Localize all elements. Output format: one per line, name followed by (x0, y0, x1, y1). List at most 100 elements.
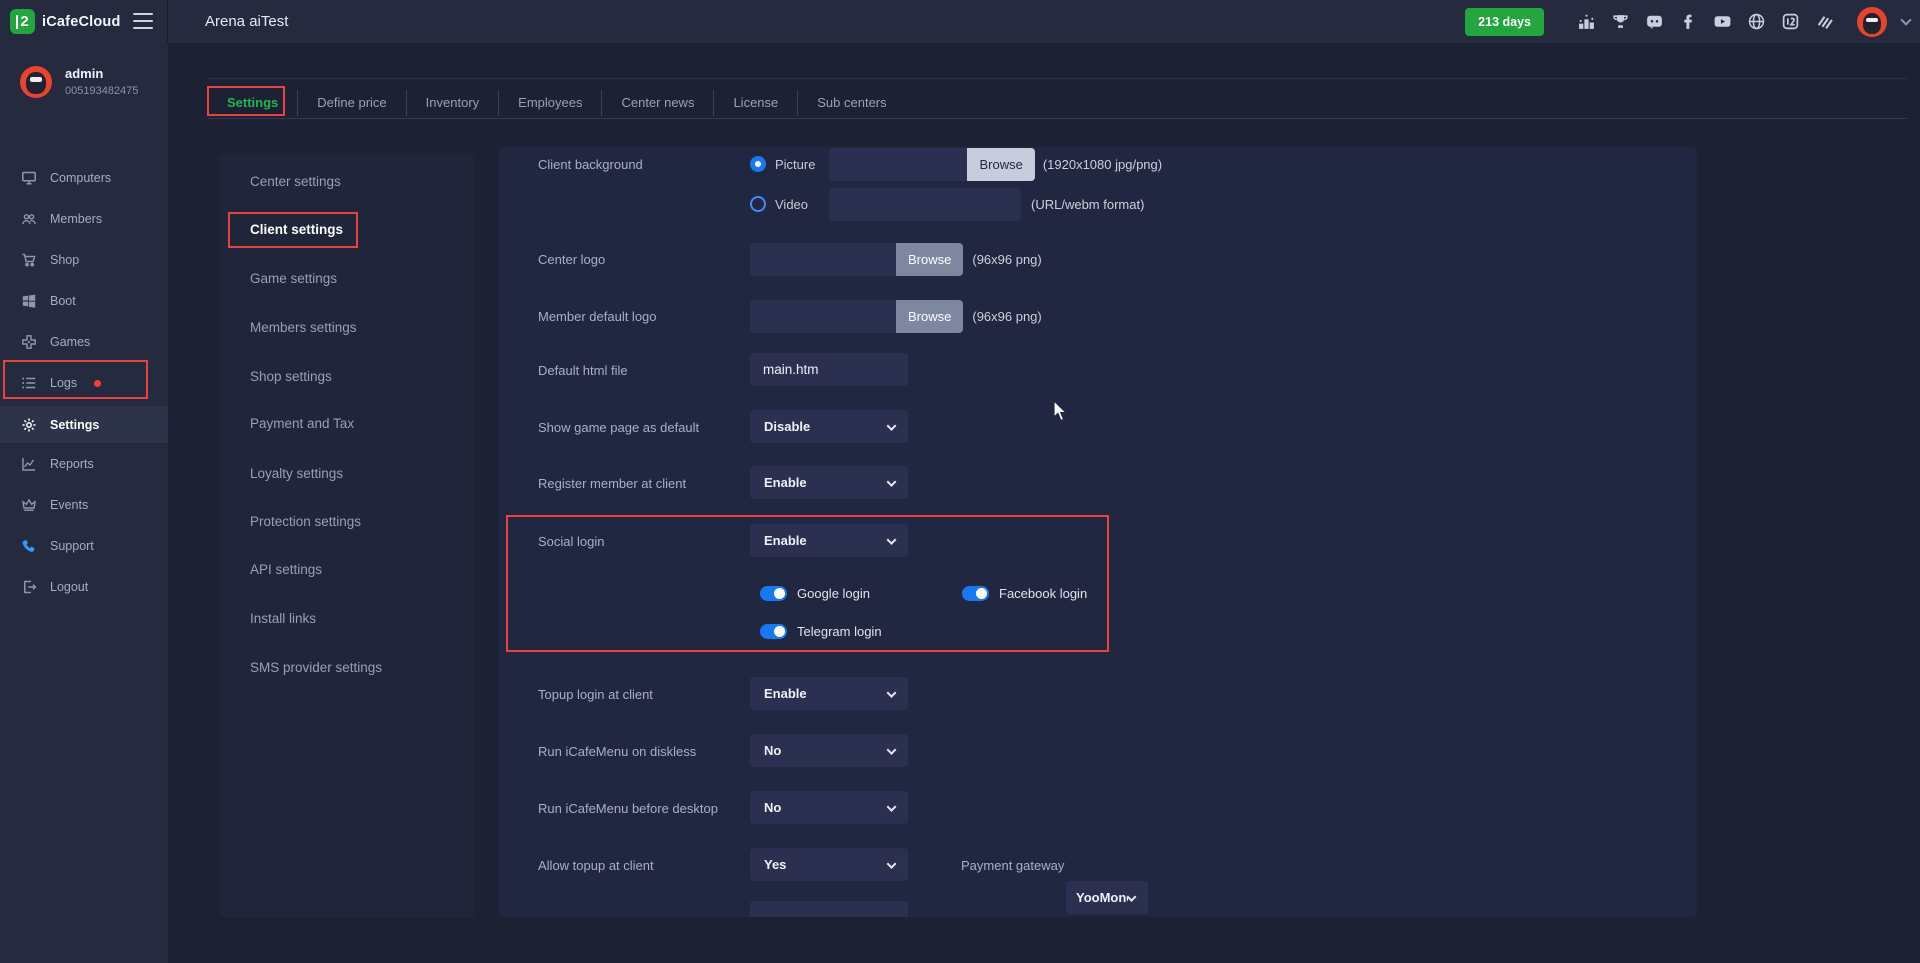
video-radio[interactable] (750, 196, 766, 212)
sidebar-user[interactable]: admin 005193482475 (0, 43, 168, 120)
payment-gateway-label: Payment gateway (961, 848, 1064, 882)
sidebar-item-computers[interactable]: Computers (0, 158, 168, 198)
tab-define-price[interactable]: Define price (298, 90, 405, 116)
facebook-icon[interactable] (1679, 12, 1698, 31)
field-label-run-icafemenu-diskless: Run iCafeMenu on diskless (538, 734, 696, 768)
register-member-select[interactable]: Enable (750, 466, 908, 499)
picture-file-input[interactable] (829, 148, 967, 181)
menu-item-loyalty-settings[interactable]: Loyalty settings (220, 453, 475, 493)
field-label-run-icafemenu-before-desktop: Run iCafeMenu before desktop (538, 791, 718, 825)
tab-settings[interactable]: Settings (208, 90, 297, 116)
sidebar-item-shop[interactable]: Shop (0, 240, 168, 280)
chevron-down-icon[interactable] (1900, 14, 1911, 25)
social-login-select[interactable]: Enable (750, 524, 908, 557)
menu-item-payment-and-tax[interactable]: Payment and Tax (220, 403, 475, 443)
app-name: iCafeCloud (42, 14, 121, 30)
telegram-login-label: Telegram login (797, 624, 882, 639)
show-game-page-select[interactable]: Disable (750, 410, 908, 443)
user-avatar[interactable] (1857, 7, 1887, 37)
tab-license[interactable]: License (714, 90, 797, 116)
center-logo-browse-button[interactable]: Browse (896, 243, 963, 276)
picture-radio[interactable] (750, 156, 766, 172)
sidebar-item-events[interactable]: Events (0, 485, 168, 525)
field-label-register-member: Register member at client (538, 466, 686, 500)
content-top-divider (208, 78, 1907, 79)
facebook-login-label: Facebook login (999, 586, 1087, 601)
sidebar-item-settings[interactable]: Settings (0, 406, 168, 443)
app-screen: 2 iCafeCloud Arena aiTest 213 days (0, 0, 1920, 963)
video-hint: (URL/webm format) (1031, 188, 1144, 221)
sidebar-item-games[interactable]: Games (0, 322, 168, 362)
google-login-toggle[interactable] (760, 586, 787, 601)
menu-item-client-settings[interactable]: Client settings (220, 209, 475, 249)
tab-center-news[interactable]: Center news (602, 90, 713, 116)
field-label-topup-login: Topup login at client (538, 677, 653, 711)
discord-icon[interactable] (1645, 12, 1664, 31)
icafecloud-logo-icon: 2 (10, 9, 35, 34)
picture-browse-button[interactable]: Browse (967, 148, 1034, 181)
video-option-label: Video (775, 197, 808, 212)
tab-inventory[interactable]: Inventory (407, 90, 498, 116)
facebook-login-toggle[interactable] (962, 586, 989, 601)
payment-gateway-select[interactable]: YooMoney (1066, 881, 1148, 914)
menu-item-sms-provider-settings[interactable]: SMS provider settings (220, 647, 475, 687)
logs-notification-dot (94, 380, 101, 387)
sidebar-item-support[interactable]: Support (0, 526, 168, 566)
center-logo-hint: (96x96 png) (972, 243, 1041, 276)
menu-item-shop-settings[interactable]: Shop settings (220, 356, 475, 396)
user-name: admin (65, 66, 138, 81)
menu-item-install-links[interactable]: Install links (220, 598, 475, 638)
field-label-center-logo: Center logo (538, 242, 605, 276)
menu-item-members-settings[interactable]: Members settings (220, 307, 475, 347)
center-tabs: Settings Define price Inventory Employee… (208, 87, 906, 118)
avatar (20, 66, 52, 98)
telegram-login-toggle-row: Telegram login (760, 621, 882, 641)
google-login-toggle-row: Google login (760, 583, 870, 603)
icafecloud-icon[interactable] (1781, 12, 1800, 31)
center-logo-input[interactable] (750, 243, 896, 276)
menu-item-api-settings[interactable]: API settings (220, 549, 475, 589)
partner-icon[interactable] (1815, 12, 1834, 31)
field-label-show-game-page: Show game page as default (538, 410, 699, 444)
globe-icon[interactable] (1747, 12, 1766, 31)
run-icafemenu-diskless-select[interactable]: No (750, 734, 908, 767)
user-id: 005193482475 (65, 85, 138, 97)
sidebar-item-boot[interactable]: Boot (0, 281, 168, 321)
settings-menu-panel: Center settings Client settings Game set… (220, 153, 475, 918)
ranking-icon[interactable] (1577, 12, 1596, 31)
member-logo-hint: (96x96 png) (972, 300, 1041, 333)
sidebar-item-logout[interactable]: Logout (0, 567, 168, 607)
field-label-allow-topup: Allow topup at client (538, 848, 654, 882)
tabs-underline (208, 118, 1907, 119)
top-header: 2 iCafeCloud Arena aiTest 213 days (0, 0, 1920, 43)
trophy-icon[interactable] (1611, 12, 1630, 31)
sidebar-item-reports[interactable]: Reports (0, 444, 168, 484)
allow-topup-select[interactable]: Yes (750, 848, 908, 881)
menu-item-game-settings[interactable]: Game settings (220, 258, 475, 298)
sidebar-item-logs[interactable]: Logs (0, 363, 168, 403)
client-settings-form: Client background Picture Browse (1920x1… (498, 147, 1697, 917)
partial-input[interactable] (750, 901, 908, 917)
video-url-input[interactable] (829, 188, 1021, 221)
field-label-client-background: Client background (538, 147, 643, 181)
menu-item-center-settings[interactable]: Center settings (220, 161, 475, 201)
member-logo-input[interactable] (750, 300, 896, 333)
picture-option-label: Picture (775, 157, 815, 172)
topup-login-select[interactable]: Enable (750, 677, 908, 710)
run-icafemenu-before-desktop-select[interactable]: No (750, 791, 908, 824)
sidebar: admin 005193482475 Computers Members Sho… (0, 43, 168, 963)
tab-employees[interactable]: Employees (499, 90, 601, 116)
menu-toggle-button[interactable] (133, 13, 153, 29)
field-label-member-default-logo: Member default logo (538, 299, 657, 333)
telegram-login-toggle[interactable] (760, 624, 787, 639)
sidebar-item-members[interactable]: Members (0, 199, 168, 239)
license-days-badge[interactable]: 213 days (1465, 8, 1544, 36)
facebook-login-toggle-row: Facebook login (962, 583, 1087, 603)
member-logo-browse-button[interactable]: Browse (896, 300, 963, 333)
page-title: Arena aiTest (205, 0, 288, 43)
menu-item-protection-settings[interactable]: Protection settings (220, 501, 475, 541)
field-label-social-login: Social login (538, 524, 605, 558)
youtube-icon[interactable] (1713, 12, 1732, 31)
tab-sub-centers[interactable]: Sub centers (798, 90, 905, 116)
default-html-file-input[interactable]: main.htm (750, 353, 908, 386)
